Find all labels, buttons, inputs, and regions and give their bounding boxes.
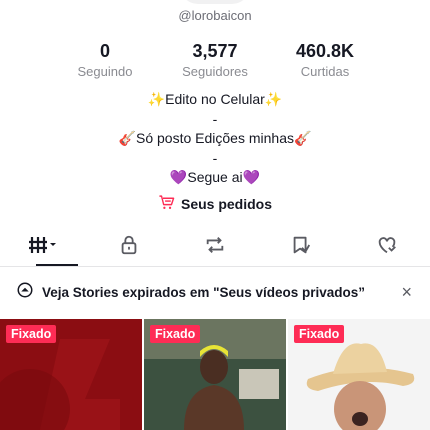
favorites-icon — [290, 234, 312, 261]
tab-private[interactable] — [86, 228, 172, 266]
orders-link[interactable]: Seus pedidos — [0, 194, 430, 214]
following-label: Seguindo — [77, 64, 133, 79]
bio-line: - — [212, 149, 218, 166]
followers-count: 3,577 — [192, 41, 238, 61]
pinned-badge: Fixado — [294, 325, 345, 343]
bio-line: 🎸Só posto Edições minhas🎸 — [118, 130, 312, 146]
stat-followers[interactable]: 3,577 Seguidores — [160, 40, 270, 79]
cart-icon — [158, 194, 175, 214]
followers-label: Seguidores — [182, 64, 248, 79]
banner-text: Veja Stories expirados em "Seus vídeos p… — [42, 284, 366, 300]
bio-line: 💜Segue ai💜 — [169, 169, 261, 185]
repost-icon — [204, 234, 226, 261]
liked-icon — [376, 234, 398, 261]
lock-icon — [118, 234, 140, 261]
video-thumbnail[interactable]: Fixado — [0, 319, 142, 430]
tabs-divider — [0, 266, 430, 267]
video-grid: Fixado Fixado Fixado — [0, 319, 430, 430]
likes-count: 460.8K — [295, 41, 355, 61]
stories-add-icon — [16, 281, 42, 304]
tab-liked[interactable] — [344, 228, 430, 266]
stat-following[interactable]: 0 Seguindo — [50, 40, 160, 79]
close-icon[interactable]: × — [401, 282, 412, 302]
pinned-badge: Fixado — [6, 325, 57, 343]
username: @lorobaicon — [178, 8, 252, 23]
video-thumbnail[interactable]: Fixado — [288, 319, 430, 430]
profile-tabs — [0, 228, 430, 266]
stat-likes: 460.8K Curtidas — [270, 40, 380, 79]
likes-label: Curtidas — [300, 64, 350, 79]
orders-label: Seus pedidos — [180, 196, 273, 212]
tab-favorites[interactable] — [258, 228, 344, 266]
bio: ✨Edito no Celular✨ - 🎸Só posto Edições m… — [0, 90, 430, 188]
bio-line: ✨Edito no Celular✨ — [147, 91, 283, 107]
avatar[interactable] — [180, 0, 250, 4]
tab-videos[interactable] — [0, 228, 86, 266]
private-stories-banner[interactable]: Veja Stories expirados em "Seus vídeos p… — [0, 276, 430, 308]
videos-grid-icon — [26, 234, 60, 261]
video-thumbnail[interactable]: Fixado — [144, 319, 286, 430]
bio-line: - — [212, 110, 218, 127]
profile-stats: 0 Seguindo 3,577 Seguidores 460.8K Curti… — [50, 40, 380, 79]
tab-reposts[interactable] — [172, 228, 258, 266]
pinned-badge: Fixado — [150, 325, 201, 343]
following-count: 0 — [99, 41, 110, 61]
